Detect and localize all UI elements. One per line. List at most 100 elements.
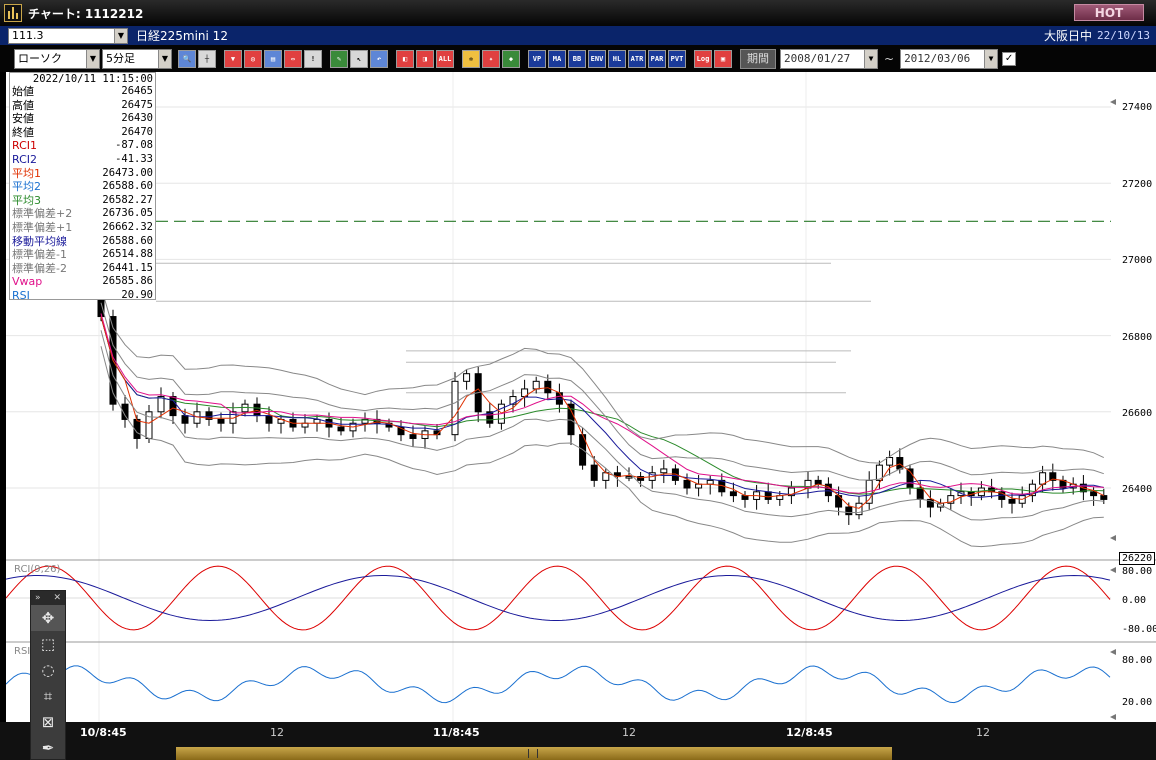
indicator-icon[interactable]: ✲	[462, 49, 480, 68]
all-button[interactable]: ALL	[436, 49, 454, 68]
info-label: 移動平均線	[12, 234, 67, 248]
candle-body	[301, 422, 309, 428]
info-row: 安値 26430	[10, 112, 155, 126]
scrollbar-grip[interactable]	[528, 749, 538, 758]
lasso-icon[interactable]: ◌	[31, 657, 65, 683]
atr-button[interactable]: ATR	[628, 49, 646, 68]
undo-icon[interactable]: ↶	[370, 49, 388, 68]
chart-area[interactable]: 2022/10/11 11:15:00 始値 26465 高値 26475 安値 2643…	[6, 72, 1156, 760]
chevron-down-icon[interactable]: ▼	[114, 28, 127, 43]
info-row: 標準偏差-1 26514.88	[10, 248, 155, 262]
ma-button[interactable]: MA	[548, 49, 566, 68]
window-icon[interactable]: ▣	[714, 49, 732, 68]
info-row: RCI2 -41.33	[10, 153, 155, 167]
chevron-down-icon[interactable]: ▼	[158, 49, 171, 68]
date-range-separator: ~	[884, 51, 895, 66]
vp-button[interactable]: VP	[528, 49, 546, 68]
chevron-down-icon[interactable]: ▼	[984, 49, 998, 68]
info-value: 26465	[121, 85, 153, 97]
window-title: チャート: 1112212	[28, 6, 144, 21]
ma2-line	[100, 316, 1104, 498]
bollinger-band	[100, 330, 1104, 521]
chart-type-value: ローソク	[18, 51, 62, 65]
arrow-icon[interactable]: ⇔	[284, 49, 302, 68]
symbol-bar: 111.3 ▼ 日経225mini 12 大阪日中 22/10/13	[0, 26, 1156, 45]
price-tick: 26600	[1122, 408, 1153, 419]
price-tick: 26800	[1122, 332, 1153, 343]
log-button[interactable]: Log	[694, 49, 712, 68]
period-checkbox[interactable]: ✓	[1002, 51, 1017, 66]
candle-body	[532, 380, 540, 390]
info-label: RSI	[12, 288, 30, 302]
interval-value: 5分足	[106, 51, 135, 65]
candle-body	[409, 434, 417, 439]
bb-button[interactable]: BB	[568, 49, 586, 68]
rsi-tick: 80.00	[1122, 655, 1153, 666]
palette-header[interactable]: » ✕	[31, 591, 65, 605]
period-button[interactable]: 期間	[740, 48, 776, 69]
cursor-icon[interactable]: ↖	[350, 49, 368, 68]
info-row: 平均1 26473.00	[10, 167, 155, 181]
candle-body	[169, 396, 177, 417]
price-tick: 27000	[1122, 255, 1153, 266]
current-date: 22/10/13	[1097, 29, 1150, 42]
candle-body	[625, 476, 633, 479]
search-icon[interactable]: 🔍	[178, 49, 196, 68]
crop-icon[interactable]: ⌗	[31, 683, 65, 709]
x-axis-label: 12/8:45	[786, 726, 833, 739]
symbol-select[interactable]: 111.3 ▼	[8, 27, 128, 44]
chevron-down-icon[interactable]: ▼	[86, 49, 99, 68]
candle-body	[217, 418, 225, 424]
date-to-input[interactable]: 2012/03/06 ▼	[900, 48, 999, 69]
pencil-icon[interactable]: ✎	[330, 49, 348, 68]
move-icon[interactable]: ✥	[31, 605, 65, 631]
instrument-name: 日経225mini 12	[136, 29, 228, 43]
wrench-icon[interactable]: ✦	[482, 49, 500, 68]
color-icon[interactable]: ◆	[502, 49, 520, 68]
bar-left-icon[interactable]: ◧	[396, 49, 414, 68]
info-label: RCI1	[12, 139, 38, 153]
candle-body	[741, 495, 749, 500]
candle-body	[896, 457, 904, 470]
candle-body	[1008, 498, 1016, 504]
brush-icon[interactable]: ✒	[31, 735, 65, 760]
axis-marker	[1110, 714, 1116, 720]
par-button[interactable]: PAR	[648, 49, 666, 68]
rci-tick: 80.00	[1122, 566, 1153, 577]
chart-icon[interactable]: ▤	[264, 49, 282, 68]
x-axis-label: 12	[622, 726, 636, 739]
info-label: 高値	[12, 98, 34, 112]
time-scrollbar[interactable]	[176, 747, 892, 760]
x-axis-label: 10/8:45	[80, 726, 127, 739]
pvt-button[interactable]: PVT	[668, 49, 686, 68]
info-label: 平均3	[12, 193, 41, 207]
info-icon[interactable]: !	[304, 49, 322, 68]
chevron-down-icon[interactable]: ▼	[864, 49, 877, 68]
market-session: 大阪日中	[1043, 29, 1092, 43]
candle-body	[157, 396, 165, 413]
info-label: 標準偏差+2	[12, 207, 73, 221]
bollinger-band	[100, 302, 1104, 481]
frame-icon[interactable]: ⊠	[31, 709, 65, 735]
x-axis-label: 11/8:45	[433, 726, 480, 739]
marquee-icon[interactable]: ⬚	[31, 631, 65, 657]
crosshair-icon[interactable]: ┼	[198, 49, 216, 68]
info-value: 26441.15	[102, 261, 153, 274]
candle-body	[660, 468, 668, 474]
chart-type-select[interactable]: ローソク ▼	[14, 48, 100, 69]
tool-palette[interactable]: » ✕ ✥ ⬚ ◌ ⌗ ⊠ ✒	[30, 590, 66, 760]
date-from-input[interactable]: 2008/01/27 ▼	[780, 48, 878, 69]
price-chart-svg[interactable]	[6, 72, 1156, 760]
env-button[interactable]: ENV	[588, 49, 606, 68]
candle-body	[764, 491, 772, 500]
zoom-icon[interactable]: ◎	[244, 49, 262, 68]
bollinger-band	[100, 286, 1105, 464]
buy-icon[interactable]: ▼	[224, 49, 242, 68]
hl-button[interactable]: HL	[608, 49, 626, 68]
info-value: 26514.88	[102, 248, 153, 261]
info-label: 終値	[12, 125, 34, 139]
bar-right-icon[interactable]: ◨	[416, 49, 434, 68]
hot-button[interactable]: HOT	[1074, 4, 1144, 21]
info-value: 26588.60	[102, 180, 153, 193]
interval-select[interactable]: 5分足 ▼	[102, 48, 172, 69]
